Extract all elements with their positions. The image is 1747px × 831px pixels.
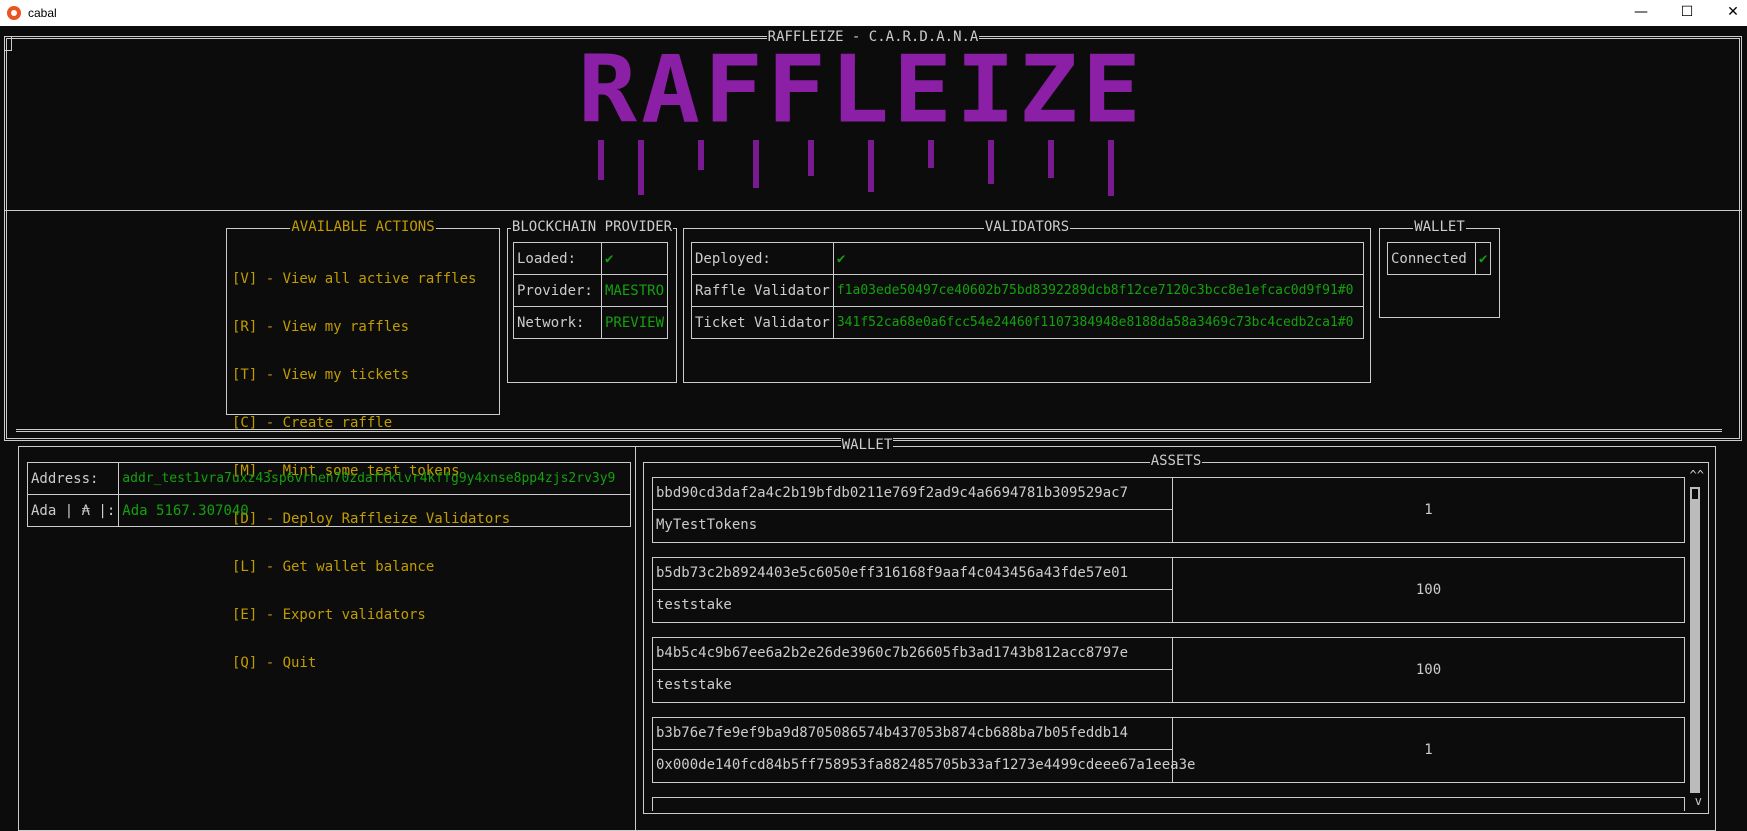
asset-row[interactable]: b3b76e7fe9ef9ba9d8705086574b437053b874cb… [652, 717, 1685, 783]
validators-title: VALIDATORS [983, 219, 1071, 235]
ubuntu-icon [7, 6, 21, 20]
wallet-info-table: Address: addr_test1vra7uxz43sp6vrnen70zd… [26, 462, 632, 527]
scroll-up-arrow[interactable]: ^^ [1690, 469, 1704, 481]
minimize-button[interactable]: — [1618, 0, 1664, 26]
asset-quantity: 100 [1415, 662, 1442, 678]
ticket-validator-value: 341f52ca68e0a6fcc54e24460f1107384948e818… [832, 306, 1364, 339]
logo-drip [928, 140, 934, 168]
provider-table: Loaded: ✔ Provider: MAESTRO Network: PRE… [513, 242, 669, 339]
scrollbar-thumb[interactable] [1692, 489, 1698, 499]
assets-panel: ASSETS bbd90cd3daf2a4c2b19bfdb0211e769f2… [643, 453, 1709, 814]
wallet-status-title-wrap: WALLET [1380, 219, 1499, 235]
wallet-title-wrap: WALLET [19, 437, 1715, 453]
wallet-status-panel: WALLET Connected ✔ [1379, 219, 1500, 318]
wallet-status-table: Connected ✔ [1387, 242, 1492, 275]
assets-scrollbar[interactable] [1690, 487, 1700, 793]
logo-drip [988, 140, 994, 184]
provider-name-label: Provider: [513, 274, 602, 307]
wallet-title: WALLET [840, 437, 894, 453]
action-view-active-raffles[interactable]: [V] - View all active raffles [232, 271, 510, 287]
wallet-status-title: WALLET [1413, 219, 1466, 235]
actions-panel: AVAILABLE ACTIONS [V] - View all active … [226, 219, 510, 671]
provider-network-label: Network: [513, 306, 602, 339]
table-row: Connected ✔ [1387, 242, 1492, 275]
logo-drip [638, 140, 644, 195]
provider-title: BLOCKCHAIN PROVIDER [510, 219, 674, 235]
action-view-my-raffles[interactable]: [R] - View my raffles [232, 319, 510, 335]
table-row: Ada | ₳ |: Ada 5167.307040 [26, 494, 632, 527]
asset-quantity: 1 [1424, 742, 1433, 758]
validators-panel: VALIDATORS Deployed: ✔ Raffle Validator … [683, 219, 1371, 383]
provider-title-wrap: BLOCKCHAIN PROVIDER [508, 219, 676, 235]
window-title: cabal [28, 6, 57, 20]
provider-network-value: PREVIEW [600, 306, 669, 339]
deployed-value: ✔ [832, 242, 1364, 275]
header-band-divider [4, 210, 1742, 211]
actions-title: AVAILABLE ACTIONS [290, 219, 436, 235]
asset-row-partial [652, 797, 1685, 811]
table-row: Ticket Validator 341f52ca68e0a6fcc54e244… [691, 306, 1364, 339]
provider-panel: BLOCKCHAIN PROVIDER Loaded: ✔ Provider: … [507, 219, 677, 383]
table-row: Deployed: ✔ [691, 242, 1364, 275]
asset-policy-id: b5db73c2b8924403e5c6050eff316168f9aaf4c0… [653, 558, 1173, 590]
raffle-validator-label: Raffle Validator [691, 274, 834, 307]
table-row: Raffle Validator f1a03ede50497ce40602b75… [691, 274, 1364, 307]
address-label: Address: [26, 462, 120, 495]
assets-title-wrap: ASSETS [644, 453, 1708, 469]
window-titlebar: cabal — ☐ ✕ [0, 0, 1747, 26]
asset-policy-id: b3b76e7fe9ef9ba9d8705086574b437053b874cb… [653, 718, 1173, 750]
ada-label: Ada | ₳ |: [26, 494, 120, 527]
raffleize-logo: RAFFLEIZE [578, 40, 1148, 200]
logo-drip [868, 140, 874, 192]
address-value[interactable]: addr_test1vra7uxz43sp6vrnen70zdaffklvr4k… [118, 462, 632, 495]
section-separator [16, 429, 1722, 432]
wallet-divider [635, 447, 636, 830]
wallet-connected-value: ✔ [1474, 242, 1492, 275]
provider-loaded-value: ✔ [600, 242, 669, 275]
table-row: Address: addr_test1vra7uxz43sp6vrnen70zd… [26, 462, 632, 495]
logo-drip [1048, 140, 1054, 178]
logo-drip [808, 140, 814, 176]
logo-drip [753, 140, 759, 188]
provider-loaded-label: Loaded: [513, 242, 602, 275]
validators-title-wrap: VALIDATORS [684, 219, 1370, 235]
logo-drip [1108, 140, 1114, 196]
terminal-cursor [4, 36, 12, 51]
asset-row[interactable]: bbd90cd3daf2a4c2b19bfdb0211e769f2ad9c4a6… [652, 477, 1685, 543]
wallet-connected-label: Connected [1387, 242, 1476, 275]
terminal: RAFFLEIZE - C.A.R.D.A.N.A RAFFLEIZE AVAI… [0, 26, 1747, 831]
logo-drip [598, 140, 604, 180]
logo-text: RAFFLEIZE [578, 35, 1146, 145]
raffle-validator-value: f1a03ede50497ce40602b75bd8392289dcb8f12c… [832, 274, 1364, 307]
scroll-down-arrow[interactable]: v [1695, 795, 1702, 807]
asset-row[interactable]: b5db73c2b8924403e5c6050eff316168f9aaf4c0… [652, 557, 1685, 623]
close-button[interactable]: ✕ [1710, 0, 1747, 26]
deployed-label: Deployed: [691, 242, 834, 275]
table-row: Network: PREVIEW [513, 306, 669, 339]
asset-policy-id: b4b5c4c9b67ee6a2b2e26de3960c7b26605fb3ad… [653, 638, 1173, 670]
asset-name: 0x000de140fcd84b5ff758953fa882485705b33a… [653, 750, 1195, 782]
validators-table: Deployed: ✔ Raffle Validator f1a03ede504… [691, 242, 1364, 339]
ticket-validator-label: Ticket Validator [691, 306, 834, 339]
ada-balance-value: Ada 5167.307040 [118, 494, 632, 527]
asset-quantity: 100 [1415, 582, 1442, 598]
table-row: Loaded: ✔ [513, 242, 669, 275]
action-view-my-tickets[interactable]: [T] - View my tickets [232, 367, 510, 383]
asset-quantity: 1 [1424, 502, 1433, 518]
maximize-button[interactable]: ☐ [1664, 0, 1710, 26]
asset-name: MyTestTokens [653, 510, 1173, 542]
asset-row[interactable]: b4b5c4c9b67ee6a2b2e26de3960c7b26605fb3ad… [652, 637, 1685, 703]
asset-policy-id: bbd90cd3daf2a4c2b19bfdb0211e769f2ad9c4a6… [653, 478, 1173, 510]
table-row: Provider: MAESTRO [513, 274, 669, 307]
logo-drip [698, 140, 704, 170]
asset-name: teststake [653, 590, 1173, 622]
provider-name-value: MAESTRO [600, 274, 669, 307]
assets-title: ASSETS [1149, 453, 1203, 469]
asset-name: teststake [653, 670, 1173, 702]
actions-title-wrap: AVAILABLE ACTIONS [227, 219, 499, 235]
